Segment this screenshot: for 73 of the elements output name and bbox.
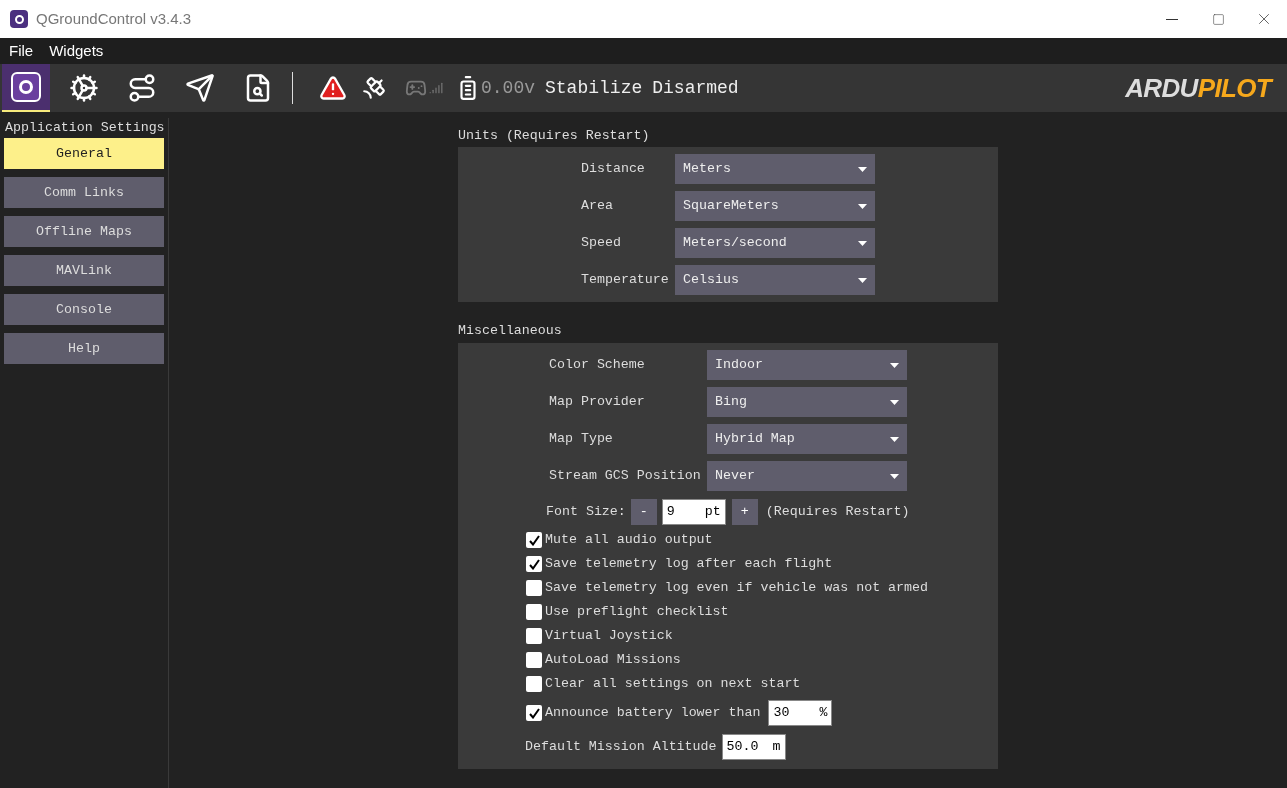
- field-label: Distance: [581, 160, 646, 179]
- arm-state[interactable]: Disarmed: [652, 74, 739, 102]
- field-label: Stream GCS Position: [549, 467, 702, 486]
- caret-icon: [890, 362, 899, 368]
- restart-note: (Requires Restart): [765, 503, 910, 522]
- checkbox-label: Save telemetry log even if vehicle was not armed: [545, 579, 928, 598]
- checkbox-label: Virtual Joystick: [545, 627, 673, 646]
- caret-icon: [890, 399, 899, 405]
- sidebar-item[interactable]: General: [4, 138, 164, 169]
- font-size-field[interactable]: 9 pt: [661, 499, 726, 525]
- field-label: Map Type: [549, 430, 614, 449]
- dropdown[interactable]: Meters: [675, 154, 875, 184]
- checkbox[interactable]: [526, 628, 542, 644]
- checkbox[interactable]: [526, 705, 542, 721]
- flight-mode[interactable]: Stabilize: [545, 74, 643, 102]
- menu-item[interactable]: Widgets: [49, 39, 104, 63]
- altitude-field[interactable]: 50.0 m: [721, 734, 786, 760]
- field-label: Temperature: [581, 271, 670, 290]
- section-title: Miscellaneous: [458, 322, 563, 340]
- dropdown[interactable]: Bing: [707, 387, 907, 417]
- checkbox[interactable]: [526, 676, 542, 692]
- sidebar-item[interactable]: Offline Maps: [4, 216, 164, 247]
- dropdown[interactable]: Indoor: [707, 350, 907, 380]
- sidebar-item[interactable]: MAVLink: [4, 255, 164, 286]
- field-label: Font Size:: [546, 503, 626, 522]
- window-title: QGroundControl v3.4.3: [36, 8, 192, 29]
- field-label: Color Scheme: [549, 356, 646, 375]
- menu-item[interactable]: File: [9, 39, 34, 63]
- section-title: Units (Requires Restart): [458, 127, 651, 145]
- dropdown[interactable]: Celsius: [675, 265, 875, 295]
- dropdown[interactable]: Hybrid Map: [707, 424, 907, 454]
- checkbox[interactable]: [526, 532, 542, 548]
- toolbar-button[interactable]: [2, 64, 50, 112]
- field-label: Area: [581, 197, 614, 216]
- minimize-icon: [1166, 18, 1178, 20]
- checkbox[interactable]: [526, 556, 542, 572]
- field-label: Map Provider: [549, 393, 646, 412]
- signal-icon: [429, 81, 443, 95]
- checkbox[interactable]: [526, 580, 542, 596]
- sidebar-item[interactable]: Help: [4, 333, 164, 364]
- dropdown[interactable]: SquareMeters: [675, 191, 875, 221]
- maximize-icon: [1211, 12, 1225, 26]
- caret-icon: [890, 473, 899, 479]
- checkbox-label: AutoLoad Missions: [545, 651, 681, 670]
- increase-button[interactable]: +: [731, 499, 758, 525]
- checkbox-label: Use preflight checklist: [545, 603, 729, 622]
- satellite-icon[interactable]: [361, 75, 387, 101]
- app-logo-icon: [11, 72, 41, 102]
- checkbox-label: Save telemetry log after each flight: [545, 555, 833, 574]
- decrease-button[interactable]: -: [630, 499, 657, 525]
- caret-icon: [890, 436, 899, 442]
- warning-icon[interactable]: [319, 74, 347, 102]
- dropdown[interactable]: Meters/second: [675, 228, 875, 258]
- sidebar-item[interactable]: Console: [4, 294, 164, 325]
- field-label: Speed: [581, 234, 622, 253]
- checkbox[interactable]: [526, 604, 542, 620]
- dropdown[interactable]: Never: [707, 461, 907, 491]
- field-label: Default Mission Altitude: [525, 738, 717, 757]
- caret-icon: [858, 166, 867, 172]
- app-icon: [10, 10, 28, 28]
- sidebar-heading: Application Settings: [5, 119, 165, 137]
- battery-threshold-field[interactable]: 30 %: [768, 700, 833, 726]
- caret-icon: [858, 203, 867, 209]
- voltage-text: 0.00v: [481, 76, 535, 100]
- checkbox-label: Clear all settings on next start: [545, 675, 801, 694]
- checkbox-label: Mute all audio output: [545, 531, 713, 550]
- route-icon: [127, 73, 157, 103]
- caret-icon: [858, 240, 867, 246]
- caret-icon: [858, 277, 867, 283]
- sidebar-item[interactable]: Comm Links: [4, 177, 164, 208]
- checkbox-label: Announce battery lower than: [545, 704, 761, 723]
- checkbox[interactable]: [526, 652, 542, 668]
- paper-plane-icon: [185, 73, 215, 103]
